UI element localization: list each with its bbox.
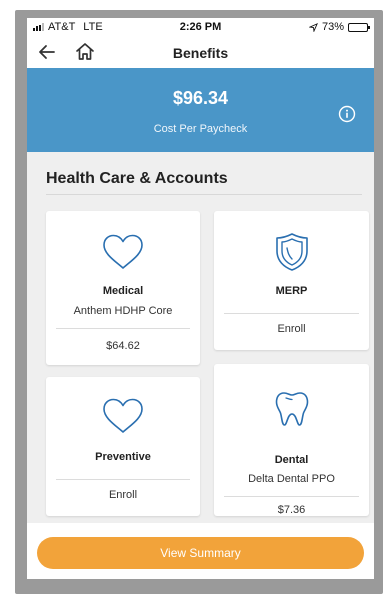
card-name: Dental (274, 454, 309, 466)
card-enroll[interactable]: Enroll (46, 489, 200, 501)
card-name: MERP (275, 285, 308, 297)
card-value: $64.62 (106, 340, 140, 352)
footer-bar: View Summary (27, 523, 374, 579)
card-enroll[interactable]: Enroll (214, 323, 369, 335)
preventive-card[interactable]: Preventive Enroll (46, 377, 200, 516)
section-title: Health Care & Accounts (46, 170, 228, 187)
cost-banner: $96.34 Cost Per Paycheck (27, 68, 374, 152)
cost-caption: Cost Per Paycheck (153, 123, 248, 135)
card-plan: Anthem HDHP Core (73, 305, 173, 317)
battery-percent: 73% (321, 21, 344, 33)
card-divider (56, 328, 190, 329)
phone-screen: AT&T LTE 2:26 PM 73% Benefits $96.34 Cos… (27, 18, 374, 579)
card-divider (224, 496, 359, 497)
view-summary-button[interactable]: View Summary (37, 537, 364, 569)
card-plan: Delta Dental PPO (248, 473, 335, 485)
card-divider (56, 479, 190, 480)
heart-icon (103, 398, 143, 433)
status-right: 73% (308, 21, 370, 33)
card-name: Preventive (95, 451, 151, 463)
info-icon[interactable] (338, 105, 356, 123)
heart-icon (103, 234, 143, 269)
status-bar: AT&T LTE 2:26 PM 73% (27, 18, 374, 36)
cost-amount: $96.34 (172, 88, 229, 108)
merp-card[interactable]: MERP Enroll (214, 211, 369, 350)
page-title: Benefits (172, 45, 229, 61)
medical-card[interactable]: Medical Anthem HDHP Core $64.62 (46, 211, 200, 365)
nav-bar: Benefits (27, 36, 374, 68)
dental-card[interactable]: Dental Delta Dental PPO $7.36 (214, 364, 369, 516)
tooth-icon (275, 392, 308, 426)
card-value: $7.36 (277, 504, 306, 516)
shield-icon (275, 233, 308, 271)
card-divider (224, 313, 359, 314)
card-name: Medical (102, 285, 144, 297)
location-arrow-icon (308, 22, 318, 32)
battery-icon (348, 22, 370, 32)
section-divider (46, 194, 362, 195)
